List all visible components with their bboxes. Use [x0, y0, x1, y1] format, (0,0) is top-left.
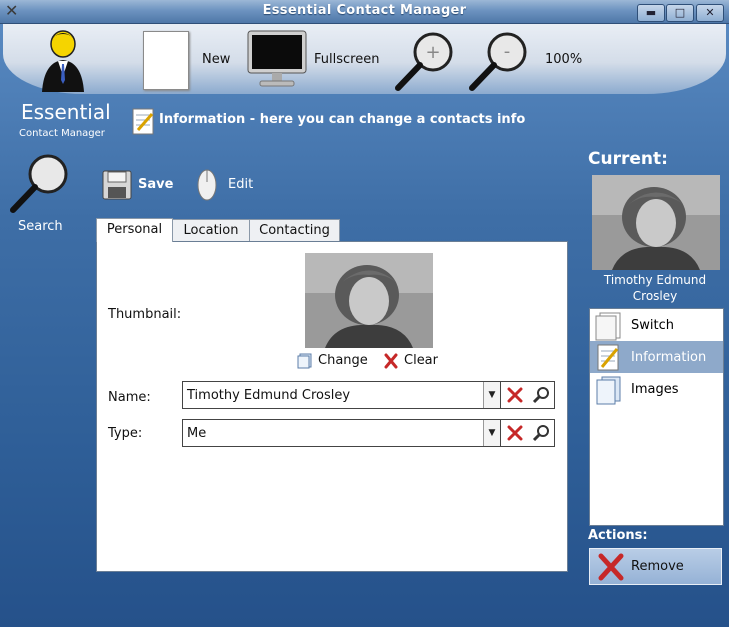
- fullscreen-button-label[interactable]: Fullscreen: [314, 52, 379, 67]
- thumbnail-label: Thumbnail:: [108, 307, 182, 322]
- contact-thumbnail-photo: [305, 253, 433, 348]
- lookup-magnifier-icon[interactable]: [532, 386, 550, 404]
- list-item-label: Information: [631, 349, 707, 365]
- svg-text:+: +: [425, 42, 440, 63]
- edit-button[interactable]: Edit: [228, 177, 253, 192]
- save-button[interactable]: Save: [138, 177, 173, 192]
- type-label: Type:: [108, 426, 143, 441]
- lookup-magnifier-icon[interactable]: [532, 424, 550, 442]
- close-button[interactable]: ✕: [696, 4, 724, 22]
- remove-button-label: Remove: [631, 559, 684, 574]
- remove-type-x-icon[interactable]: [507, 425, 523, 441]
- current-contact-photo: [592, 175, 720, 270]
- current-contact-name: Timothy Edmund Crosley: [603, 273, 707, 303]
- type-combobox[interactable]: Me ▼: [182, 419, 501, 447]
- minimize-button[interactable]: ▬: [637, 4, 665, 22]
- brand-title: Essential: [21, 100, 111, 124]
- list-item-label: Images: [631, 381, 679, 397]
- list-item-images[interactable]: Images: [590, 373, 723, 405]
- window-title: Essential Contact Manager: [262, 3, 467, 18]
- tab-personal[interactable]: Personal: [96, 218, 173, 242]
- actions-heading: Actions:: [588, 528, 648, 543]
- mouse-edit-icon[interactable]: [196, 168, 218, 202]
- change-button[interactable]: Change: [318, 353, 368, 368]
- remove-x-icon: [598, 553, 624, 581]
- view-list: Switch Information Images: [589, 308, 724, 526]
- new-document-icon[interactable]: [143, 31, 189, 90]
- info-heading: Information - here you can change a cont…: [159, 112, 526, 127]
- zoom-level: 100%: [545, 52, 583, 67]
- zoom-out-icon[interactable]: -: [467, 30, 531, 92]
- remove-name-x-icon[interactable]: [507, 387, 523, 403]
- information-notepad-icon: [597, 344, 619, 371]
- maximize-button[interactable]: □: [666, 4, 694, 22]
- name-combobox[interactable]: Timothy Edmund Crosley ▼: [182, 381, 501, 409]
- images-icon: [596, 376, 621, 405]
- search-icon[interactable]: [8, 152, 72, 214]
- type-value[interactable]: Me: [187, 426, 206, 441]
- save-floppy-icon[interactable]: [102, 170, 132, 200]
- change-image-icon[interactable]: [297, 353, 313, 369]
- contact-person-icon: [42, 30, 84, 92]
- search-label[interactable]: Search: [18, 219, 63, 234]
- svg-text:-: -: [504, 41, 511, 62]
- zoom-in-icon[interactable]: +: [393, 30, 457, 92]
- list-item-information[interactable]: Information: [590, 341, 723, 373]
- name-value[interactable]: Timothy Edmund Crosley: [187, 388, 350, 403]
- clear-button[interactable]: Clear: [404, 353, 438, 368]
- monitor-icon[interactable]: [246, 29, 308, 89]
- brand-subtitle: Contact Manager: [19, 128, 105, 139]
- remove-button[interactable]: Remove: [589, 548, 722, 585]
- chevron-down-icon[interactable]: ▼: [483, 420, 500, 446]
- clear-x-icon[interactable]: [384, 353, 398, 369]
- list-item-switch[interactable]: Switch: [590, 309, 723, 341]
- title-bar: ✕ Essential Contact Manager ▬ □ ✕: [0, 0, 729, 24]
- tab-location[interactable]: Location: [172, 219, 250, 241]
- tab-contacting[interactable]: Contacting: [249, 219, 340, 241]
- name-label: Name:: [108, 390, 151, 405]
- list-item-label: Switch: [631, 317, 674, 333]
- chevron-down-icon[interactable]: ▼: [483, 382, 500, 408]
- switch-pages-icon: [595, 312, 621, 341]
- information-notepad-icon: [132, 108, 154, 135]
- app-window: ✕ Essential Contact Manager ▬ □ ✕ New Fu…: [0, 0, 729, 627]
- new-button-label[interactable]: New: [202, 52, 230, 67]
- current-heading: Current:: [588, 149, 668, 169]
